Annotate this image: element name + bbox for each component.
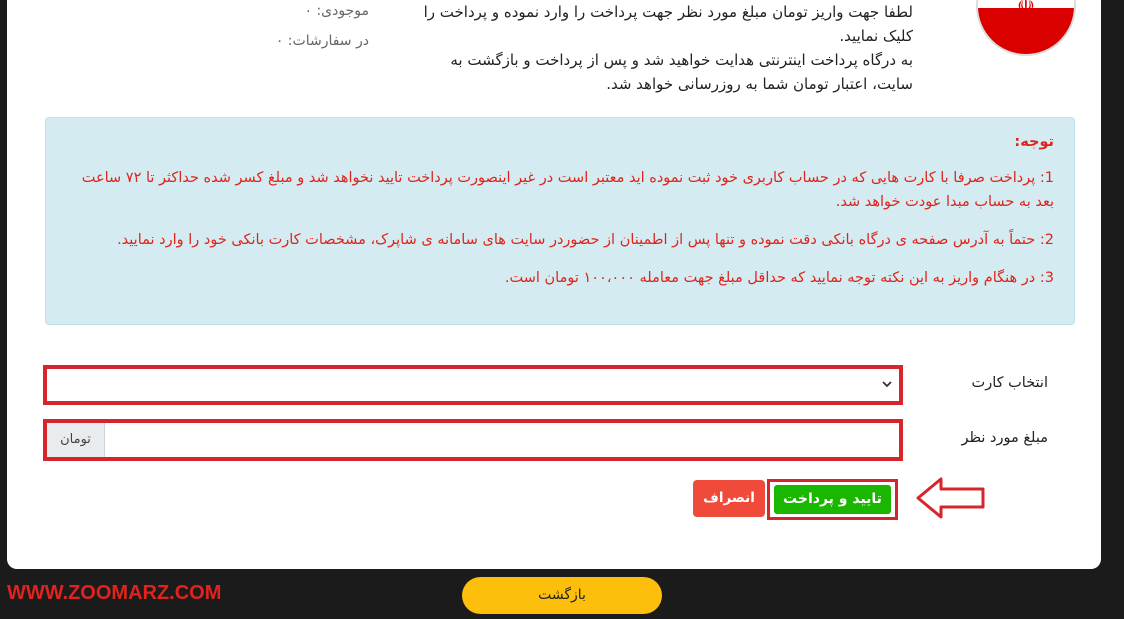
back-button[interactable]: بازگشت bbox=[462, 577, 662, 614]
notice-item-2: 2: حتماً به آدرس صفحه ی درگاه بانکی دقت … bbox=[117, 232, 1054, 248]
orders-label: در سفارشات: ۰ bbox=[275, 33, 369, 49]
balances: موجودی: ۰ در سفارشات: ۰ bbox=[257, 0, 369, 56]
stock-label: موجودی: ۰ bbox=[304, 3, 369, 19]
confirm-button-highlight: تایید و پرداخت bbox=[767, 479, 898, 520]
notice-item-3: 3: در هنگام واریز به این نکته توجه نمایی… bbox=[504, 270, 1054, 286]
watermark: WWW.ZOOMARZ.COM bbox=[7, 582, 222, 604]
notice-item-1: 1: پرداخت صرفا با کارت هایی که در حساب ک… bbox=[81, 170, 1054, 210]
pointing-arrow-icon bbox=[915, 475, 987, 525]
card-select[interactable] bbox=[43, 365, 903, 405]
amount-field[interactable]: تومان bbox=[43, 419, 903, 461]
intro-line-1: لطفا جهت واریز تومان مبلغ مورد نظر جهت پ… bbox=[423, 3, 913, 45]
intro-line-2: به درگاه پرداخت اینترنتی هدایت خواهید شد… bbox=[450, 51, 913, 93]
amount-label: مبلغ مورد نظر bbox=[961, 430, 1048, 446]
notice-title: توجه: bbox=[1014, 134, 1054, 150]
cancel-button[interactable]: انصراف bbox=[693, 480, 765, 517]
payment-card: ☫ لطفا جهت واریز تومان مبلغ مورد نظر جهت… bbox=[7, 0, 1101, 569]
intro-text: لطفا جهت واریز تومان مبلغ مورد نظر جهت پ… bbox=[423, 0, 913, 96]
card-select-label: انتخاب کارت bbox=[971, 375, 1048, 391]
iran-flag-icon: ☫ bbox=[976, 0, 1076, 56]
chevron-down-icon bbox=[881, 375, 893, 394]
emblem-icon: ☫ bbox=[1017, 0, 1035, 18]
currency-addon: تومان bbox=[47, 423, 105, 457]
confirm-pay-button[interactable]: تایید و پرداخت bbox=[774, 485, 891, 514]
notice-box: توجه: 1: پرداخت صرفا با کارت هایی که در … bbox=[45, 117, 1075, 325]
